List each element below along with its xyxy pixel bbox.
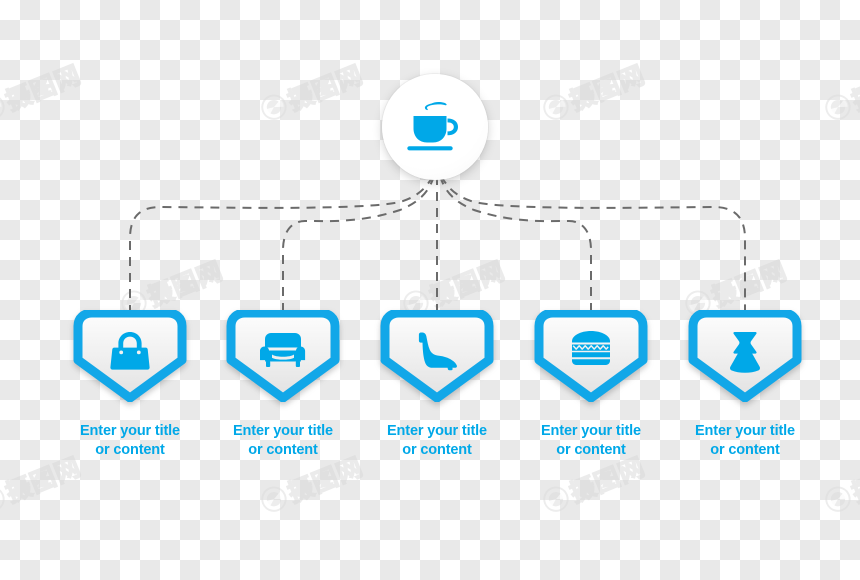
high-heel-shoe-icon — [374, 330, 500, 372]
shield-badge-1 — [67, 310, 193, 402]
root-node-coffee[interactable] — [382, 74, 488, 180]
connector-path-4 — [439, 175, 592, 312]
branch-label-2-line2: or content — [248, 441, 318, 458]
branch-node-3[interactable]: Enter your title or content — [374, 310, 500, 459]
infographic-canvas: Enter your title or content Enter your t… — [0, 0, 860, 580]
branch-node-5[interactable]: Enter your title or content — [682, 310, 808, 459]
connector-path-2 — [282, 175, 435, 312]
branch-label-1-line2: or content — [95, 441, 165, 458]
branch-label-2-line1: Enter your title — [233, 423, 333, 439]
branch-label-4-line2: or content — [556, 441, 626, 458]
branch-label-3-line1: Enter your title — [387, 423, 487, 439]
armchair-icon — [220, 330, 346, 370]
branch-label-3: Enter your title or content — [362, 422, 512, 459]
branch-label-1-line1: Enter your title — [80, 423, 180, 439]
hamburger-icon — [528, 330, 654, 366]
connector-path-1 — [129, 175, 434, 312]
branch-label-5-line2: or content — [710, 441, 780, 458]
shield-badge-5 — [682, 310, 808, 402]
branch-label-4-line1: Enter your title — [541, 423, 641, 439]
connector-path-5 — [440, 175, 746, 312]
dress-icon — [682, 330, 808, 374]
coffee-cup-icon — [401, 97, 469, 157]
branch-label-3-line2: or content — [402, 441, 472, 458]
shield-badge-3 — [374, 310, 500, 402]
handbag-icon — [67, 330, 193, 372]
branch-label-5: Enter your title or content — [670, 422, 820, 459]
branch-node-2[interactable]: Enter your title or content — [220, 310, 346, 459]
shield-badge-4 — [528, 310, 654, 402]
branch-node-4[interactable]: Enter your title or content — [528, 310, 654, 459]
branch-label-2: Enter your title or content — [208, 422, 358, 459]
branch-label-4: Enter your title or content — [516, 422, 666, 459]
branch-node-1[interactable]: Enter your title or content — [67, 310, 193, 459]
branch-label-1: Enter your title or content — [55, 422, 205, 459]
shield-badge-2 — [220, 310, 346, 402]
branch-label-5-line1: Enter your title — [695, 423, 795, 439]
